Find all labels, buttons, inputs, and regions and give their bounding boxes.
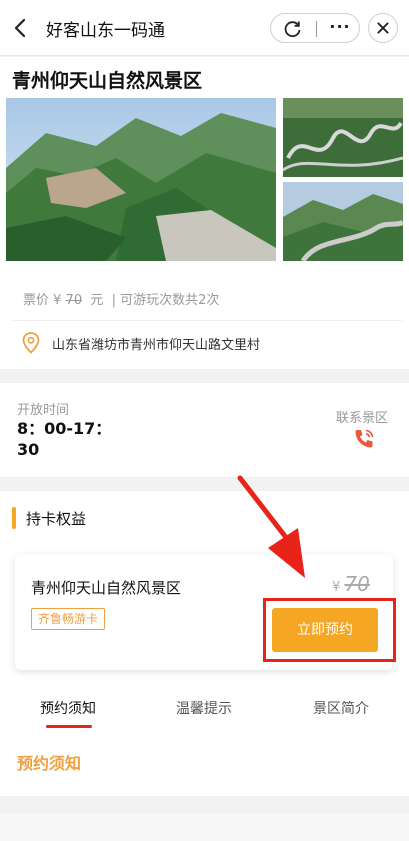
booking-notice-section: 预约须知 [0, 728, 409, 796]
contact-scenic-label[interactable]: 联系景区 [336, 407, 388, 426]
opening-hours-section: 开放时间 8：00-17：30 联系景区 [0, 383, 409, 477]
benefit-card-price: ¥ 70 [332, 572, 370, 596]
card-type-tag: 齐鲁畅游卡 [31, 608, 106, 630]
benefits-header: 持卡权益 [0, 501, 409, 535]
location-pin-icon [22, 332, 40, 354]
address-text: 山东省潍坊市青州市仰天山路文里村 [52, 338, 261, 353]
booking-notice-title: 预约须知 [17, 754, 82, 773]
section-accent-bar [12, 507, 16, 529]
price-prefix: 票价 ¥ [23, 293, 62, 308]
nav-title: 好客山东一码通 [46, 21, 165, 41]
benefit-card-name: 青州仰天山自然风景区 [31, 579, 182, 597]
original-price: 70 [344, 572, 370, 596]
opening-hours-value: 8：00-17：30 [17, 419, 112, 459]
ticket-price: 70 [65, 293, 83, 308]
tab-introduction[interactable]: 景区简介 [313, 698, 369, 718]
tab-booking-notice[interactable]: 预约须知 [40, 698, 96, 718]
address-row[interactable]: 山东省潍坊市青州市仰天山路文里村 [12, 320, 402, 364]
mini-program-capsule: ··· [270, 13, 360, 43]
detail-tabs: 预约须知 温馨提示 景区简介 [0, 688, 409, 728]
opening-hours-label: 开放时间 [17, 403, 70, 418]
annotation-highlight-box [263, 598, 396, 662]
refresh-icon[interactable] [283, 19, 303, 39]
scenic-info-section: 青州仰天山自然风景区 票价 ¥ 70 元 | 可游玩次数共2次 山东省潍坊市青州… [0, 57, 409, 369]
top-nav-bar: 好客山东一码通 ··· [0, 0, 409, 56]
more-icon[interactable]: ··· [326, 17, 354, 39]
phone-icon[interactable] [352, 427, 376, 451]
scenic-photo-winding-road[interactable] [283, 98, 403, 177]
scenic-photo-mountain-road[interactable] [283, 182, 403, 261]
scenic-title: 青州仰天山自然风景区 [12, 70, 203, 92]
currency-symbol: ¥ [332, 580, 341, 595]
capsule-divider [316, 21, 317, 37]
close-icon[interactable] [368, 13, 398, 43]
benefits-title: 持卡权益 [26, 510, 87, 528]
ticket-price-row: 票价 ¥ 70 元 | 可游玩次数共2次 [23, 289, 219, 308]
tab-tips[interactable]: 温馨提示 [176, 698, 232, 718]
scenic-photo-main[interactable] [6, 98, 276, 261]
price-unit: 元 [90, 293, 104, 308]
visits-note: | 可游玩次数共2次 [111, 293, 220, 308]
back-icon[interactable] [10, 14, 32, 42]
bottom-spacer [0, 813, 409, 841]
